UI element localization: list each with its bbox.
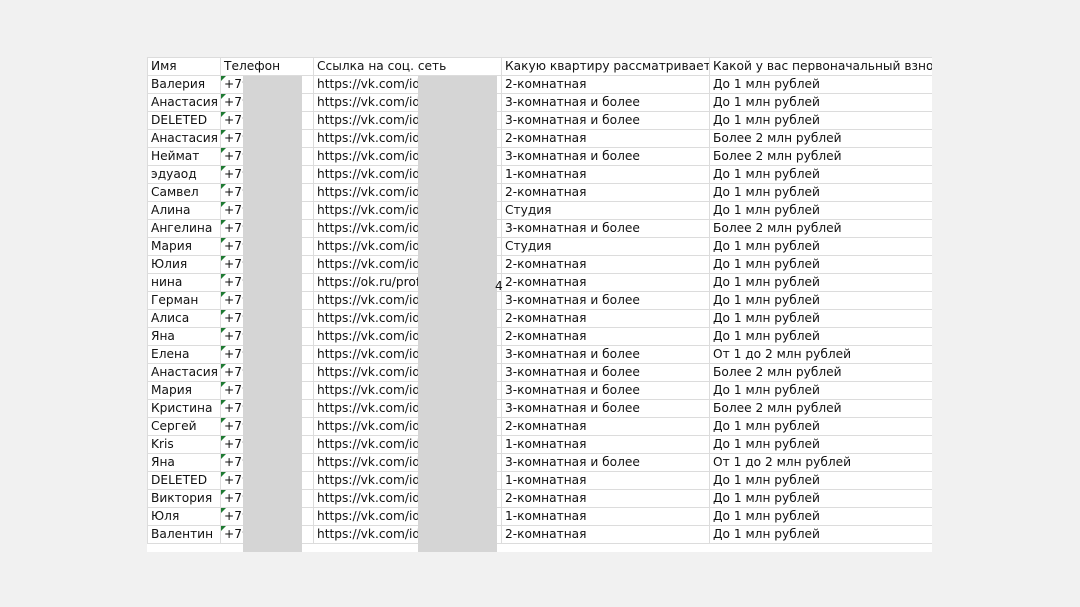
cell-apartment[interactable]: 2-комнатная (501, 309, 710, 328)
cell-name[interactable]: Мария (147, 237, 221, 256)
cell-down-payment[interactable]: От 1 до 2 млн рублей (709, 453, 932, 472)
cell-name[interactable]: DELETED (147, 471, 221, 490)
cell-apartment[interactable]: 2-комнатная (501, 525, 710, 544)
cell-down-payment[interactable]: До 1 млн рублей (709, 75, 932, 94)
cell-down-payment[interactable]: До 1 млн рублей (709, 201, 932, 220)
stray-cell-text: 4 (495, 279, 503, 293)
cell-apartment[interactable]: 3-комнатная и более (501, 345, 710, 364)
header-cell-phone[interactable]: Телефон (220, 57, 314, 76)
phone-redaction (243, 76, 302, 552)
cell-down-payment[interactable]: До 1 млн рублей (709, 183, 932, 202)
cell-down-payment[interactable]: До 1 млн рублей (709, 237, 932, 256)
cell-apartment[interactable]: Студия (501, 201, 710, 220)
header-cell-social-link[interactable]: Ссылка на соц. сеть (313, 57, 502, 76)
cell-apartment[interactable]: 3-комнатная и более (501, 453, 710, 472)
cell-apartment[interactable]: 1-комнатная (501, 165, 710, 184)
cell-apartment[interactable]: 2-комнатная (501, 183, 710, 202)
link-redaction (418, 76, 497, 552)
cell-name[interactable]: Виктория (147, 489, 221, 508)
cell-apartment[interactable]: 2-комнатная (501, 75, 710, 94)
cell-apartment[interactable]: 1-комнатная (501, 435, 710, 454)
cell-name[interactable]: Герман (147, 291, 221, 310)
cell-name[interactable]: Яна (147, 453, 221, 472)
cell-apartment[interactable]: 3-комнатная и более (501, 147, 710, 166)
cell-down-payment[interactable]: До 1 млн рублей (709, 435, 932, 454)
cell-down-payment[interactable]: До 1 млн рублей (709, 327, 932, 346)
cell-down-payment[interactable]: До 1 млн рублей (709, 165, 932, 184)
cell-apartment[interactable]: 3-комнатная и более (501, 363, 710, 382)
cell-down-payment[interactable]: От 1 до 2 млн рублей (709, 345, 932, 364)
cell-down-payment[interactable]: До 1 млн рублей (709, 309, 932, 328)
cell-down-payment[interactable]: До 1 млн рублей (709, 111, 932, 130)
cell-name[interactable]: Самвел (147, 183, 221, 202)
cell-down-payment[interactable]: До 1 млн рублей (709, 507, 932, 526)
cell-apartment[interactable]: 2-комнатная (501, 327, 710, 346)
cell-down-payment[interactable]: До 1 млн рублей (709, 381, 932, 400)
cell-name[interactable]: Анастасия (147, 129, 221, 148)
cell-name[interactable]: Алиса (147, 309, 221, 328)
cell-apartment[interactable]: 2-комнатная (501, 273, 710, 292)
cell-down-payment[interactable]: До 1 млн рублей (709, 471, 932, 490)
cell-down-payment[interactable]: До 1 млн рублей (709, 417, 932, 436)
cell-apartment[interactable]: 1-комнатная (501, 507, 710, 526)
cell-apartment[interactable]: 3-комнатная и более (501, 399, 710, 418)
cell-down-payment[interactable]: До 1 млн рублей (709, 93, 932, 112)
cell-apartment[interactable]: 3-комнатная и более (501, 219, 710, 238)
cell-apartment[interactable]: 2-комнатная (501, 255, 710, 274)
cell-apartment[interactable]: 3-комнатная и более (501, 291, 710, 310)
cell-name[interactable]: эдуаод (147, 165, 221, 184)
header-cell-down-payment[interactable]: Какой у вас первоначальный взнос? (709, 57, 932, 76)
cell-name[interactable]: Анастасия (147, 363, 221, 382)
cell-name[interactable]: Юлия (147, 255, 221, 274)
header-row: Имя Телефон Ссылка на соц. сеть Какую кв… (147, 57, 932, 76)
cell-name[interactable]: Мария (147, 381, 221, 400)
cell-name[interactable]: Анастасия (147, 93, 221, 112)
cell-name[interactable]: Валентин (147, 525, 221, 544)
cell-apartment[interactable]: 2-комнатная (501, 489, 710, 508)
cell-name[interactable]: Елена (147, 345, 221, 364)
cell-name[interactable]: Валерия (147, 75, 221, 94)
cell-down-payment[interactable]: До 1 млн рублей (709, 255, 932, 274)
cell-apartment[interactable]: Студия (501, 237, 710, 256)
cell-apartment[interactable]: 3-комнатная и более (501, 381, 710, 400)
header-cell-apartment[interactable]: Какую квартиру рассматриваете? (501, 57, 710, 76)
header-cell-name[interactable]: Имя (147, 57, 221, 76)
cell-name[interactable]: Kris (147, 435, 221, 454)
cell-name[interactable]: Ангелина (147, 219, 221, 238)
cell-down-payment[interactable]: До 1 млн рублей (709, 489, 932, 508)
cell-name[interactable]: Алина (147, 201, 221, 220)
cell-name[interactable]: Юля (147, 507, 221, 526)
cell-down-payment[interactable]: До 1 млн рублей (709, 525, 932, 544)
cell-name[interactable]: нина (147, 273, 221, 292)
cell-down-payment[interactable]: До 1 млн рублей (709, 291, 932, 310)
cell-apartment[interactable]: 2-комнатная (501, 417, 710, 436)
cell-down-payment[interactable]: Более 2 млн рублей (709, 147, 932, 166)
cell-apartment[interactable]: 3-комнатная и более (501, 111, 710, 130)
cell-down-payment[interactable]: Более 2 млн рублей (709, 129, 932, 148)
cell-name[interactable]: Кристина (147, 399, 221, 418)
cell-name[interactable]: Яна (147, 327, 221, 346)
cell-name[interactable]: Сергей (147, 417, 221, 436)
cell-down-payment[interactable]: Более 2 млн рублей (709, 399, 932, 418)
cell-apartment[interactable]: 3-комнатная и более (501, 93, 710, 112)
cell-name[interactable]: DELETED (147, 111, 221, 130)
cell-name[interactable]: Неймат (147, 147, 221, 166)
cell-apartment[interactable]: 2-комнатная (501, 129, 710, 148)
cell-apartment[interactable]: 1-комнатная (501, 471, 710, 490)
cell-down-payment[interactable]: Более 2 млн рублей (709, 219, 932, 238)
cell-down-payment[interactable]: Более 2 млн рублей (709, 363, 932, 382)
cell-down-payment[interactable]: До 1 млн рублей (709, 273, 932, 292)
